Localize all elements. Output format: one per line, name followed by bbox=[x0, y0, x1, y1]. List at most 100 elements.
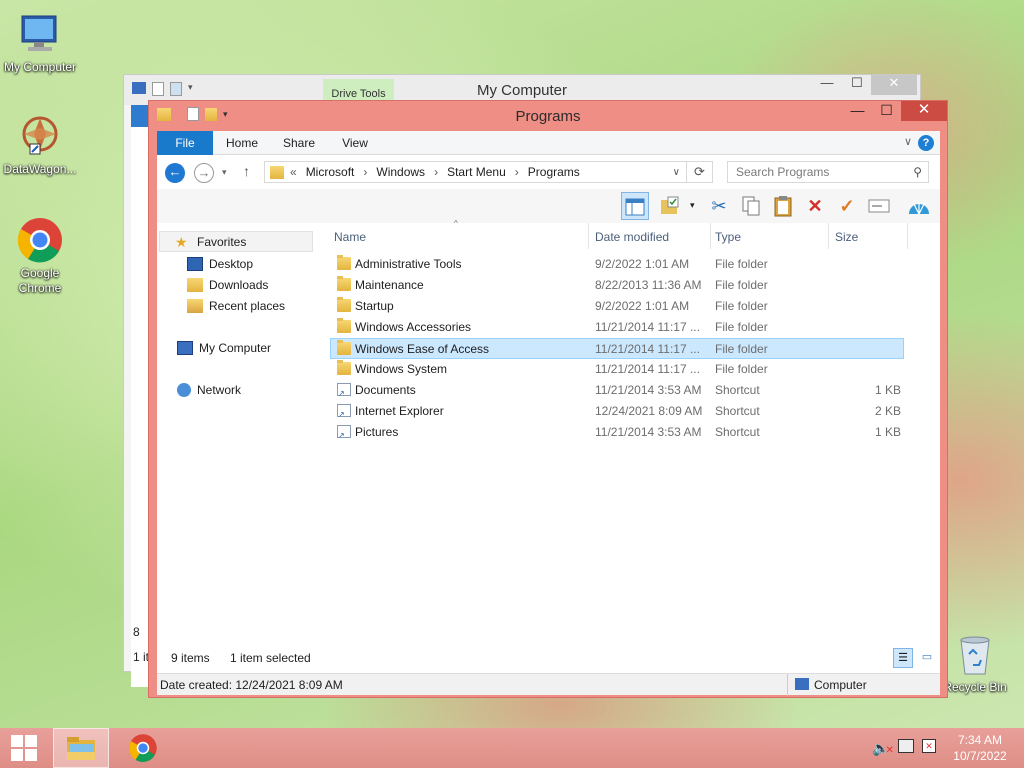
maximize-button[interactable]: ☐ bbox=[872, 101, 901, 121]
volume-muted-icon[interactable]: 🔈✕ bbox=[872, 740, 894, 757]
desktop-icon-datawagon[interactable]: DataWagon... bbox=[0, 112, 80, 177]
sidebar-item-label: Downloads bbox=[209, 277, 269, 292]
taskbar-file-explorer[interactable] bbox=[53, 728, 109, 768]
status-selected-count: 1 item selected bbox=[230, 651, 311, 665]
breadcrumb-windows[interactable]: Windows bbox=[376, 165, 425, 179]
sidebar-item-favorites[interactable]: ★ Favorites bbox=[159, 231, 313, 252]
file-type: File folder bbox=[715, 257, 768, 271]
file-row[interactable]: Windows Accessories 11/21/2014 11:17 ... F… bbox=[331, 317, 905, 338]
column-divider[interactable] bbox=[588, 223, 589, 249]
shell-icon[interactable] bbox=[905, 192, 933, 220]
chevron-right-icon[interactable]: › bbox=[515, 165, 519, 179]
breadcrumb-overflow[interactable]: « bbox=[290, 165, 297, 179]
breadcrumb-microsoft[interactable]: Microsoft bbox=[306, 165, 355, 179]
column-divider[interactable] bbox=[710, 223, 711, 249]
rename-icon[interactable] bbox=[865, 192, 893, 220]
file-size: 2 KB bbox=[874, 404, 901, 418]
desktop-icon-chrome[interactable]: Google Chrome bbox=[0, 216, 80, 296]
back-button[interactable]: ← bbox=[165, 163, 185, 183]
close-button[interactable]: ✕ bbox=[871, 75, 917, 95]
column-divider[interactable] bbox=[907, 223, 908, 249]
file-row[interactable]: Administrative Tools 9/2/2022 1:01 AM File… bbox=[331, 254, 905, 275]
folder-options-icon[interactable] bbox=[657, 192, 685, 220]
tab-home[interactable]: Home bbox=[213, 131, 271, 155]
navigation-pane: ★ Favorites Desktop Downloads Recent pla… bbox=[157, 223, 327, 643]
preview-pane-button[interactable] bbox=[621, 192, 649, 220]
file-date-modified: 11/21/2014 11:17 ... bbox=[595, 342, 700, 356]
paste-icon[interactable] bbox=[769, 192, 797, 220]
network-tray-icon[interactable] bbox=[898, 739, 914, 753]
file-row[interactable]: Startup 9/2/2022 1:01 AM File folder bbox=[331, 296, 905, 317]
details-bar: Date created: 12/24/2021 8:09 AM Compute… bbox=[157, 673, 940, 696]
breadcrumb-start-menu[interactable]: Start Menu bbox=[447, 165, 506, 179]
chevron-right-icon[interactable]: › bbox=[363, 165, 367, 179]
chevron-right-icon[interactable]: › bbox=[434, 165, 438, 179]
cut-icon[interactable]: ✂ bbox=[705, 192, 733, 220]
expand-ribbon-icon[interactable]: ∨ bbox=[904, 135, 912, 148]
start-button[interactable] bbox=[0, 728, 48, 768]
sidebar-item-downloads[interactable]: Downloads bbox=[187, 274, 268, 295]
file-row[interactable]: Internet Explorer 12/24/2021 8:09 AM Short… bbox=[331, 401, 905, 422]
file-type: Shortcut bbox=[715, 425, 760, 439]
breadcrumb-programs[interactable]: Programs bbox=[528, 165, 580, 179]
tab-file[interactable]: File bbox=[157, 131, 213, 155]
help-icon[interactable]: ? bbox=[918, 135, 934, 151]
chrome-icon bbox=[129, 734, 157, 762]
file-date-modified: 12/24/2021 8:09 AM bbox=[595, 404, 703, 418]
programs-titlebar[interactable]: ▾ Programs — ☐ ✕ bbox=[149, 101, 947, 131]
sidebar-item-recent-places[interactable]: Recent places bbox=[187, 295, 285, 316]
address-bar[interactable]: « Microsoft › Windows › Start Menu › Pro… bbox=[264, 161, 687, 183]
desktop-icon-label: DataWagon... bbox=[3, 162, 77, 176]
large-icons-view-button[interactable]: ▭ bbox=[917, 648, 937, 668]
file-date-modified: 11/21/2014 11:17 ... bbox=[595, 320, 700, 334]
taskbar-chrome[interactable] bbox=[115, 728, 171, 768]
column-header-size[interactable]: Size bbox=[835, 230, 858, 244]
column-header-date[interactable]: Date modified bbox=[595, 230, 669, 244]
address-dropdown-icon[interactable]: ∨ bbox=[673, 167, 680, 178]
column-divider[interactable] bbox=[828, 223, 829, 249]
folder-icon bbox=[337, 318, 351, 333]
minimize-button[interactable]: — bbox=[843, 101, 872, 121]
sidebar-item-label: My Computer bbox=[199, 340, 272, 355]
sidebar-item-my-computer[interactable]: My Computer bbox=[177, 337, 271, 358]
action-center-icon[interactable]: ✕ bbox=[922, 739, 936, 753]
delete-icon[interactable]: ✕ bbox=[801, 192, 829, 220]
file-row[interactable]: Pictures 11/21/2014 3:53 AM Shortcut 1 KB bbox=[331, 422, 905, 443]
apply-check-icon[interactable]: ✓ bbox=[833, 192, 861, 220]
file-row[interactable]: Windows Ease of Access 11/21/2014 11:17 .… bbox=[330, 338, 904, 359]
search-input[interactable]: Search Programs ⚲ bbox=[727, 161, 929, 183]
close-button[interactable]: ✕ bbox=[901, 101, 947, 121]
column-header-type[interactable]: Type bbox=[715, 230, 741, 244]
sort-indicator-icon: ^ bbox=[454, 219, 458, 228]
minimize-button[interactable]: — bbox=[812, 75, 842, 95]
column-header-name[interactable]: Name bbox=[334, 230, 366, 244]
clock[interactable]: 7:34 AM 10/7/2022 bbox=[948, 732, 1012, 764]
file-name: Internet Explorer bbox=[355, 404, 444, 418]
sidebar-item-label: Favorites bbox=[197, 234, 247, 249]
file-row[interactable]: Windows System 11/21/2014 11:17 ... File f… bbox=[331, 359, 905, 380]
chevron-down-icon[interactable]: ▾ bbox=[690, 200, 695, 211]
copy-icon[interactable] bbox=[737, 192, 765, 220]
details-view-button[interactable]: ☰ bbox=[893, 648, 913, 668]
desktop-icon-my-computer[interactable]: My Computer bbox=[0, 10, 80, 75]
refresh-button[interactable]: ⟳ bbox=[687, 161, 713, 183]
up-button[interactable]: ↑ bbox=[243, 163, 250, 179]
tab-share[interactable]: Share bbox=[271, 131, 327, 155]
windows-logo-icon bbox=[11, 735, 37, 761]
tab-view[interactable]: View bbox=[327, 131, 383, 155]
sidebar-item-desktop[interactable]: Desktop bbox=[187, 253, 253, 274]
file-type: File folder bbox=[715, 320, 768, 334]
programs-window[interactable]: ▾ Programs — ☐ ✕ File Home Share View ∨ … bbox=[148, 100, 948, 698]
file-type: File folder bbox=[715, 342, 768, 356]
file-row[interactable]: Documents 11/21/2014 3:53 AM Shortcut 1 KB bbox=[331, 380, 905, 401]
computer-icon bbox=[16, 10, 64, 58]
command-toolbar: ▾ ✂ ✕ ✓ bbox=[157, 189, 940, 223]
file-name: Startup bbox=[355, 299, 394, 313]
recent-locations-icon[interactable]: ▾ bbox=[222, 167, 227, 178]
file-row[interactable]: Maintenance 8/22/2013 11:36 AM File folder bbox=[331, 275, 905, 296]
sidebar-item-network[interactable]: Network bbox=[177, 379, 241, 400]
search-icon[interactable]: ⚲ bbox=[913, 162, 922, 182]
maximize-button[interactable]: ☐ bbox=[842, 75, 872, 95]
forward-button[interactable]: → bbox=[194, 163, 214, 183]
shortcut-icon bbox=[337, 404, 351, 419]
